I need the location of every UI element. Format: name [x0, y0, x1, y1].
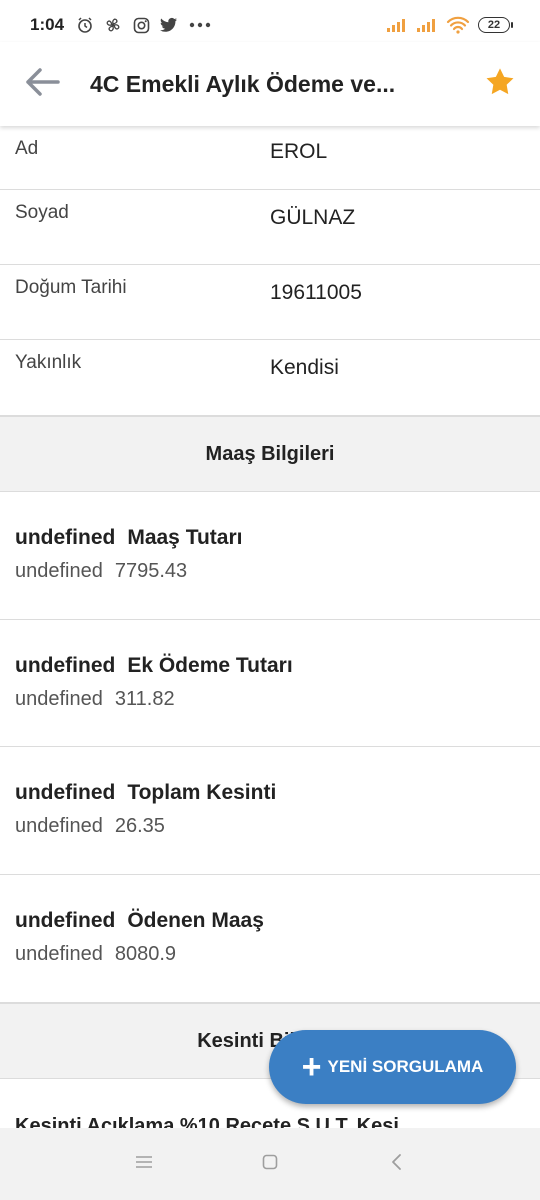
item-value: 311.82	[114, 687, 175, 710]
item-subtitle: undefined 26.35	[15, 815, 165, 838]
home-nav-button[interactable]	[252, 1146, 288, 1182]
system-nav-bar	[0, 1128, 540, 1200]
page-title: 4C Emekli Aylık Ödeme ve...	[90, 70, 396, 97]
item-value: 8080.9	[114, 942, 177, 965]
app-bar: 4C Emekli Aylık Ödeme ve...	[0, 42, 540, 126]
info-row-name: Ad EROL	[0, 126, 540, 190]
info-value: Kendisi	[270, 356, 339, 379]
info-row-birthdate: Doğum Tarihi 19611005	[0, 265, 540, 340]
item-subtitle: undefined 311.82	[15, 688, 175, 711]
item-prefix: undefined	[15, 526, 116, 549]
square-home-icon	[262, 1154, 278, 1175]
info-key: Doğum Tarihi	[15, 277, 127, 298]
more-dots-icon	[188, 16, 212, 34]
item-label: Ek Ödeme Tutarı	[127, 653, 293, 677]
item-label: Ödenen Maaş	[127, 908, 264, 932]
list-item: undefined Ek Ödeme Tutarı undefined 311.82	[0, 620, 540, 747]
instagram-icon	[132, 16, 150, 34]
battery-level: 22	[487, 19, 501, 31]
menu-nav-button[interactable]	[126, 1146, 162, 1182]
info-value: GÜLNAZ	[270, 206, 356, 229]
back-nav-button[interactable]	[378, 1146, 414, 1182]
list-item: undefined Toplam Kesinti undefined 26.35	[0, 747, 540, 875]
info-row-surname: Soyad GÜLNAZ	[0, 190, 540, 265]
plus-icon: +	[301, 1048, 322, 1086]
item-value: 7795.43	[114, 560, 188, 582]
signal-icon	[386, 16, 408, 34]
content-scroll[interactable]: Ad EROL Soyad GÜLNAZ Doğum Tarihi 196110…	[0, 126, 540, 1139]
item-prefix: undefined	[15, 781, 116, 804]
item-title: undefined Maaş Tutarı	[15, 526, 242, 550]
status-time: 1:04	[30, 15, 65, 34]
item-prefix2: undefined	[15, 687, 103, 710]
item-title: undefined Toplam Kesinti	[15, 781, 276, 805]
item-subtitle: undefined 8080.9	[15, 943, 176, 966]
fan-icon	[104, 16, 122, 34]
section-header-salary: Maaş Bilgileri	[0, 415, 540, 492]
twitter-icon	[160, 16, 178, 34]
item-prefix2: undefined	[15, 942, 103, 965]
item-label: Maaş Tutarı	[127, 526, 243, 549]
info-value: 19611005	[270, 281, 362, 304]
back-button[interactable]	[12, 54, 72, 114]
status-notification-icons	[76, 16, 212, 34]
info-key: Ad	[15, 138, 39, 159]
item-prefix2: undefined	[15, 815, 103, 837]
item-label: Toplam Kesinti	[127, 781, 277, 804]
item-prefix: undefined	[15, 908, 116, 932]
favorite-button[interactable]	[482, 66, 518, 102]
star-icon	[484, 66, 516, 103]
item-title: undefined Ek Ödeme Tutarı	[15, 654, 293, 678]
item-subtitle: undefined 7795.43	[15, 560, 187, 583]
info-row-relation: Yakınlık Kendisi	[0, 340, 540, 415]
new-query-label: YENİ SORGULAMA	[327, 1057, 484, 1076]
arrow-left-icon	[24, 67, 60, 102]
item-title: undefined Ödenen Maaş	[15, 909, 264, 933]
item-prefix2: undefined	[15, 560, 103, 582]
wifi-icon	[446, 16, 470, 34]
alarm-icon	[76, 16, 94, 34]
chevron-left-icon	[390, 1153, 402, 1176]
list-item: undefined Ödenen Maaş undefined 8080.9	[0, 875, 540, 1003]
item-prefix: undefined	[15, 653, 116, 677]
info-key: Soyad	[15, 202, 69, 223]
list-item: undefined Maaş Tutarı undefined 7795.43	[0, 492, 540, 620]
info-value: EROL	[270, 140, 328, 163]
new-query-button[interactable]: + YENİ SORGULAMA	[269, 1030, 516, 1104]
status-system-icons: 22	[386, 16, 513, 34]
signal-icon	[416, 16, 438, 34]
info-key: Yakınlık	[15, 352, 82, 373]
item-value: 26.35	[114, 815, 165, 837]
battery-icon: 22	[478, 17, 513, 33]
menu-icon	[135, 1155, 153, 1174]
